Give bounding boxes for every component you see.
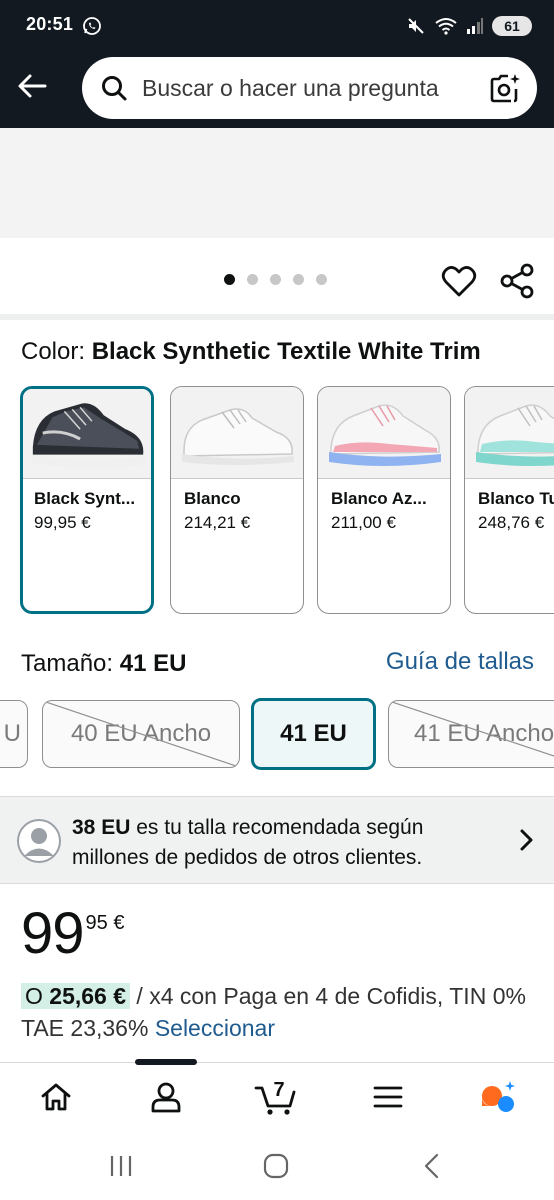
swatch-image [318,387,450,479]
color-swatch[interactable]: Black Synt... 99,95 € [20,386,154,614]
swatch-name: Blanco Az... [331,489,427,508]
home-circle-icon [263,1153,289,1179]
installment-highlight: O 25,66 € [21,983,131,1009]
whatsapp-icon [83,17,101,35]
recommendation-text: 38 EU es tu talla recomendada según mill… [72,813,492,873]
pagination-dot-active[interactable] [224,274,235,285]
color-selected-value: Black Synthetic Textile White Trim [91,338,481,365]
wifi-icon [435,18,457,35]
shoe-image-white [182,407,294,465]
cart-icon: 7 [254,1079,296,1115]
wishlist-button[interactable] [440,262,478,300]
swatch-image [171,387,303,479]
search-input[interactable] [142,74,481,102]
size-option-unavailable[interactable]: 40 EU Ancho [42,700,240,768]
recent-apps-icon [110,1156,132,1176]
size-option-unavailable[interactable]: U [0,700,28,768]
swatch-price: 211,00 € [331,513,396,532]
size-option-unavailable[interactable]: 41 EU Ancho [388,700,554,768]
swatch-image [23,389,151,479]
user-icon [151,1082,181,1113]
color-label: Color: [21,338,86,365]
gallery-pagination [224,274,327,285]
chevron-right-icon [520,829,533,851]
nav-rufus[interactable] [474,1077,524,1117]
home-system-button[interactable] [256,1150,296,1182]
battery-level: 61 [504,18,520,34]
financing-info: O 25,66 € / x4 con Paga en 4 de Cofidis,… [21,980,541,1044]
mute-icon [408,18,424,34]
bottom-navigation: 7 [0,1059,554,1130]
nav-menu[interactable] [363,1077,413,1117]
status-icons: 61 [406,14,532,38]
status-time: 20:51 [26,14,74,34]
unavailable-strike [389,701,554,757]
size-heading: Tamaño: 41 EU [21,650,186,678]
menu-icon [373,1086,403,1108]
heart-icon [441,266,477,297]
swatch-name: Black Synt... [34,489,136,508]
home-icon [41,1083,71,1111]
size-options: U 40 EU Ancho 41 EU 41 EU Ancho [0,698,554,774]
system-navigation-bar [0,1130,554,1200]
pagination-dot[interactable] [270,274,281,285]
active-tab-indicator [135,1059,197,1065]
battery-indicator: 61 [492,16,532,36]
status-bar: 20:51 61 [0,0,554,52]
size-option-label: U [3,720,21,747]
recent-apps-button[interactable] [101,1150,141,1182]
share-button[interactable] [498,262,536,300]
installment-prefix: O [25,983,43,1009]
shoe-image-white-turquoise [476,403,554,466]
swatch-name: Blanco Tu [478,489,554,508]
color-swatch[interactable]: Blanco 214,21 € [170,386,304,614]
pagination-dot[interactable] [293,274,304,285]
share-icon [500,263,534,299]
financing-select-link[interactable]: Seleccionar [155,1015,275,1041]
price-whole: 99 [21,901,85,966]
section-divider [0,314,554,320]
color-swatches: Black Synt... 99,95 € Blanco 214,21 € Bl… [0,386,554,618]
size-recommendation[interactable]: 38 EU es tu talla recomendada según mill… [0,796,554,884]
search-bar[interactable] [82,57,537,119]
color-swatch[interactable]: Blanco Az... 211,00 € [317,386,451,614]
camera-search-icon[interactable] [489,72,521,104]
shoe-image-white-blue-pink [329,403,441,466]
swatch-price: 99,95 € [34,513,91,532]
size-selected-value: 41 EU [119,650,187,677]
rufus-assistant-icon [482,1081,515,1112]
swatch-price: 214,21 € [184,513,251,532]
avatar [17,819,61,863]
nav-cart[interactable]: 7 [251,1077,301,1117]
size-option-selected[interactable]: 41 EU [251,698,376,770]
swatch-name: Blanco [184,489,241,508]
color-swatch[interactable]: Blanco Tu 248,76 € [464,386,554,614]
app-header: 20:51 61 [0,0,554,128]
shoe-image-black [30,402,146,468]
pagination-dot[interactable] [247,274,258,285]
swatch-price: 248,76 € [478,513,545,532]
pagination-dot[interactable] [316,274,327,285]
nav-home[interactable] [31,1077,81,1117]
swatch-image [465,387,554,479]
size-option-label: 41 EU [280,720,347,747]
back-system-button[interactable] [412,1150,452,1182]
price: 99 95 € [21,902,124,966]
product-image-gallery[interactable] [0,128,554,238]
color-heading: Color: Black Synthetic Textile White Tri… [21,338,481,366]
size-guide-link[interactable]: Guía de tallas [386,648,534,676]
price-fraction: 95 € [85,912,125,934]
recommended-size: 38 EU [72,816,131,839]
size-label: Tamaño: [21,650,114,677]
chevron-left-icon [424,1153,439,1179]
search-icon [102,76,127,101]
installment-amount: 25,66 € [49,983,127,1009]
back-button[interactable] [14,68,50,104]
user-icon [17,819,61,863]
signal-icon [467,18,483,34]
unavailable-strike [43,701,239,767]
arrow-left-icon [18,74,47,98]
nav-account[interactable] [141,1077,191,1117]
cart-count: 7 [273,1079,284,1101]
